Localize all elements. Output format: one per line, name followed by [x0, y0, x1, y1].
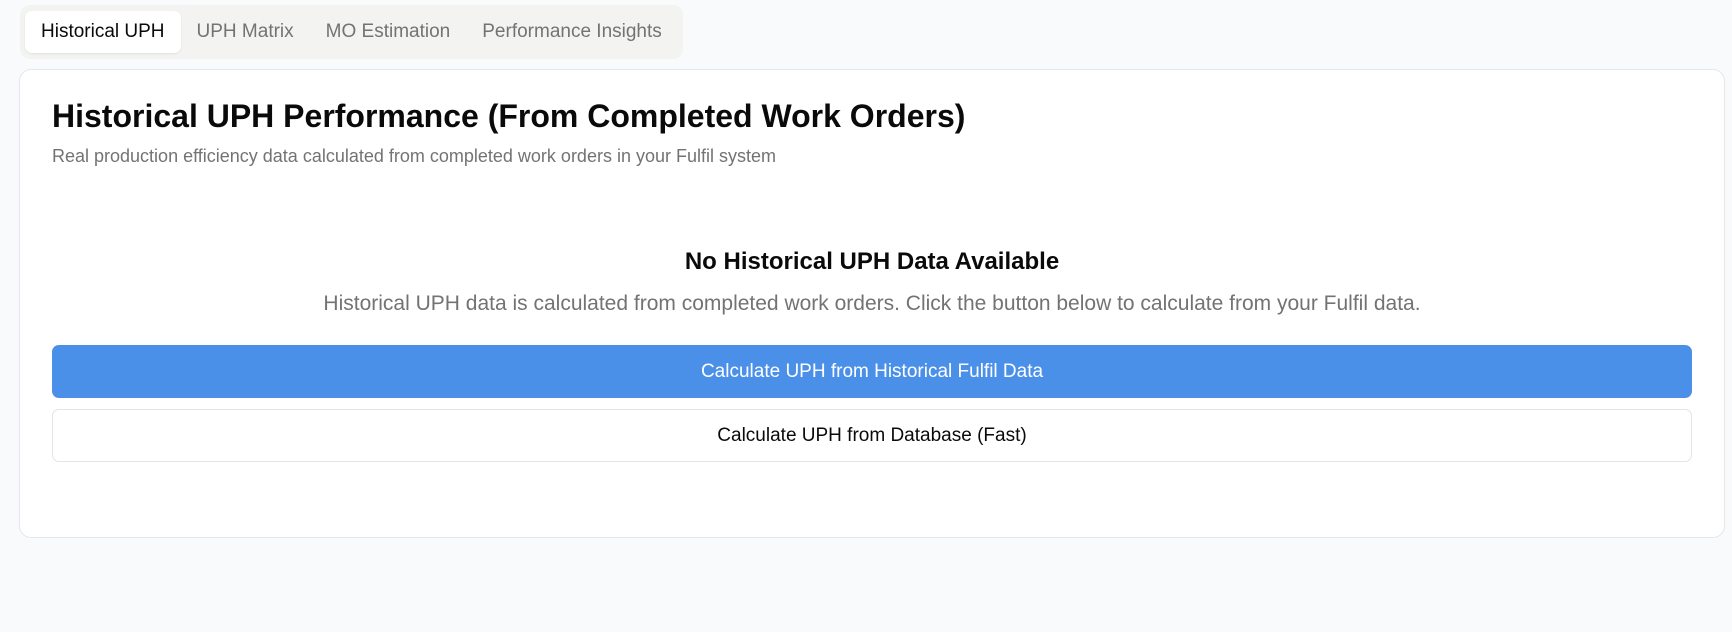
- tab-list: Historical UPH UPH Matrix MO Estimation …: [20, 5, 683, 59]
- historical-uph-card: Historical UPH Performance (From Complet…: [19, 69, 1725, 538]
- empty-state-description: Historical UPH data is calculated from c…: [323, 292, 1421, 315]
- card-subtitle: Real production efficiency data calculat…: [52, 146, 776, 166]
- tab-uph-matrix[interactable]: UPH Matrix: [181, 11, 310, 53]
- tab-mo-estimation[interactable]: MO Estimation: [310, 11, 467, 53]
- card-title: Historical UPH Performance (From Complet…: [52, 98, 966, 134]
- tab-performance-insights[interactable]: Performance Insights: [466, 11, 678, 53]
- tab-historical-uph[interactable]: Historical UPH: [25, 11, 181, 53]
- calculate-from-fulfil-button[interactable]: Calculate UPH from Historical Fulfil Dat…: [52, 345, 1692, 398]
- calculate-from-database-button[interactable]: Calculate UPH from Database (Fast): [52, 409, 1692, 462]
- empty-state-title: No Historical UPH Data Available: [684, 248, 1060, 275]
- page: Historical UPH UPH Matrix MO Estimation …: [0, 0, 1732, 632]
